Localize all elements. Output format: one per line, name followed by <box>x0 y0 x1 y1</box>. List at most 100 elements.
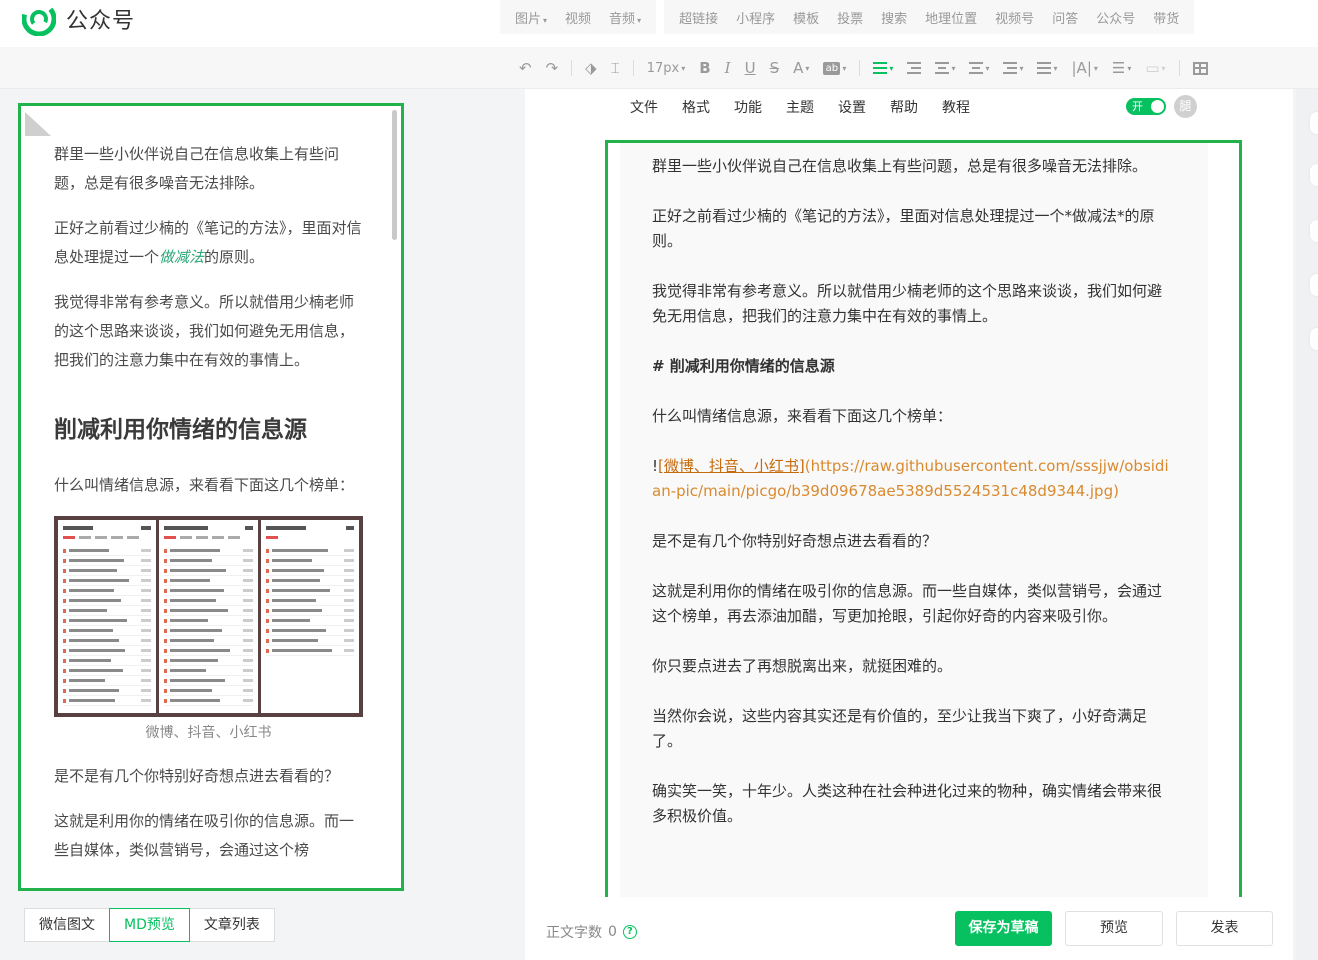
underline-icon[interactable]: U <box>738 47 763 89</box>
avatar[interactable]: 腿 <box>1174 95 1197 118</box>
insert-video-button[interactable]: 视频 <box>556 8 600 27</box>
menu-tutorial[interactable]: 教程 <box>942 97 970 117</box>
chevron-down-icon: ▾ <box>681 63 686 73</box>
menu-format[interactable]: 格式 <box>682 97 710 117</box>
insert-official-account-button[interactable]: 公众号 <box>1087 8 1144 27</box>
outdent-icon[interactable]: ▾ <box>928 47 962 89</box>
indent-icon[interactable] <box>900 47 928 89</box>
background-color-icon[interactable]: ab ▾ <box>816 47 853 89</box>
word-count: 正文字数 0 ? <box>546 922 637 942</box>
md-paragraph: 我觉得非常有参考意义。所以就借用少楠老师的这个思路来谈谈，我们如何避免无用信息，… <box>652 282 1163 325</box>
preview-scrollbar[interactable] <box>392 110 397 240</box>
markdown-source[interactable]: 群里一些小伙伴说自己在信息收集上有些问题，总是有很多噪音无法排除。 正好之前看过… <box>652 154 1170 854</box>
divider <box>632 60 634 76</box>
weibo-hot-list-screenshot <box>58 520 157 713</box>
media-insert-group: 图片 ▾ 视频 音频 ▾ <box>500 0 657 34</box>
format-painter-icon[interactable]: ⬗ <box>578 47 604 89</box>
insert-miniprogram-button[interactable]: 小程序 <box>727 8 784 27</box>
insert-product-button[interactable]: 带货 <box>1144 8 1188 27</box>
preview-tab-bar: 微信图文 MD预览 文章列表 <box>24 908 275 942</box>
chevron-down-icon: ▾ <box>543 15 548 25</box>
preview-paragraph: 正好之前看过少楠的《笔记的方法》，里面对信息处理提过一个做减法的原则。 <box>54 219 362 266</box>
redo-icon[interactable]: ↷ <box>539 47 566 89</box>
word-count-value: 0 <box>608 924 617 940</box>
preview-paragraph: 什么叫情绪信息源，来看看下面这几个榜单： <box>54 476 355 494</box>
page-fold-icon <box>25 112 51 136</box>
chevron-down-icon: ▾ <box>1093 63 1098 73</box>
preview-button[interactable]: 预览 <box>1065 911 1163 946</box>
douyin-hot-list-screenshot <box>159 520 258 713</box>
clear-format-icon[interactable]: ⌶ <box>604 47 627 89</box>
tab-wechat-article[interactable]: 微信图文 <box>24 908 110 942</box>
side-widget[interactable] <box>1310 274 1318 296</box>
insert-search-button[interactable]: 搜索 <box>872 8 916 27</box>
save-draft-button[interactable]: 保存为草稿 <box>955 911 1052 946</box>
paragraph-spacing-after-icon[interactable]: ▾ <box>996 47 1030 89</box>
side-widget[interactable] <box>1310 328 1318 350</box>
menu-file[interactable]: 文件 <box>630 97 658 117</box>
chevron-down-icon: ▾ <box>951 63 956 73</box>
menu-theme[interactable]: 主题 <box>786 97 814 117</box>
side-widget[interactable] <box>1310 164 1318 186</box>
xiaohongshu-hot-list-screenshot <box>260 520 359 713</box>
font-size-select[interactable]: 17px ▾ <box>640 47 693 89</box>
insert-image-button[interactable]: 图片 ▾ <box>506 8 556 27</box>
side-widget[interactable] <box>1310 112 1318 134</box>
chevron-down-icon: ▾ <box>1127 63 1132 73</box>
insert-audio-button[interactable]: 音频 ▾ <box>600 8 650 27</box>
list-icon[interactable]: ☰ ▾ <box>1105 47 1138 89</box>
insert-qa-button[interactable]: 问答 <box>1043 8 1087 27</box>
bold-icon[interactable]: B <box>692 47 717 89</box>
widget-insert-group: 超链接 小程序 模板 投票 搜索 地理位置 视频号 问答 公众号 带货 <box>664 0 1195 34</box>
md-paragraph: 群里一些小伙伴说自己在信息收集上有些问题，总是有很多噪音无法排除。 <box>652 157 1148 175</box>
line-height-icon[interactable]: ▾ <box>1030 47 1064 89</box>
app-title: 公众号 <box>66 9 136 34</box>
chevron-down-icon: ▾ <box>1161 63 1166 73</box>
publish-button[interactable]: 发表 <box>1176 911 1273 946</box>
preview-paragraph: 这就是利用你的情绪在吸引你的信息源。而一些自媒体，类似营销号，会通过这个榜 <box>54 812 355 859</box>
insert-hyperlink-button[interactable]: 超链接 <box>670 8 727 27</box>
letter-spacing-icon[interactable]: |A| ▾ <box>1065 47 1105 89</box>
menu-help[interactable]: 帮助 <box>890 97 918 117</box>
markdown-editor[interactable]: 群里一些小伙伴说自己在信息收集上有些问题，总是有很多噪音无法排除。 正好之前看过… <box>605 140 1242 903</box>
italic-icon[interactable]: I <box>718 47 738 89</box>
emphasis-text: 做减法 <box>159 248 205 266</box>
more-format-icon[interactable]: ▭ ▾ <box>1138 47 1172 89</box>
preview-paragraph: 群里一些小伙伴说自己在信息收集上有些问题，总是有很多噪音无法排除。 <box>54 145 340 192</box>
insert-toolbar: 图片 ▾ 视频 音频 ▾ 超链接 小程序 模板 投票 搜索 地理位置 视频号 问答 … <box>500 0 1202 34</box>
wechat-article-preview[interactable]: 群里一些小伙伴说自己在信息收集上有些问题，总是有很多噪音无法排除。 正好之前看过… <box>18 103 404 891</box>
hot-list-screenshot-image <box>54 516 363 717</box>
md-paragraph: 你只要点进去了再想脱离出来，就挺困难的。 <box>652 657 953 675</box>
help-icon[interactable]: ? <box>622 925 637 939</box>
top-bar: 公众号 图片 ▾ 视频 音频 ▾ 超链接 小程序 模板 投票 搜索 地理位置 视频号… <box>0 0 1318 47</box>
chevron-down-icon: ▾ <box>805 63 810 73</box>
undo-icon[interactable]: ↶ <box>512 47 539 89</box>
divider <box>571 60 573 76</box>
md-image-alt[interactable]: [微博、抖音、小红书] <box>658 457 805 475</box>
editor-menu-bar: 文件 格式 功能 主题 设置 帮助 教程 <box>618 89 982 125</box>
preview-content: 群里一些小伙伴说自己在信息收集上有些问题，总是有很多噪音无法排除。 正好之前看过… <box>54 140 364 881</box>
menu-settings[interactable]: 设置 <box>838 97 866 117</box>
tab-article-list[interactable]: 文章列表 <box>188 908 275 942</box>
insert-vote-button[interactable]: 投票 <box>828 8 872 27</box>
toggle-knob <box>1151 100 1164 113</box>
insert-channels-button[interactable]: 视频号 <box>986 8 1043 27</box>
chevron-down-icon: ▾ <box>1053 63 1058 73</box>
paragraph-spacing-before-icon[interactable]: ▾ <box>962 47 996 89</box>
md-paragraph: 正好之前看过少楠的《笔记的方法》，里面对信息处理提过一个*做减法*的原则。 <box>652 207 1155 250</box>
table-icon[interactable] <box>1186 47 1215 89</box>
side-widget[interactable] <box>1310 220 1318 242</box>
insert-location-button[interactable]: 地理位置 <box>916 8 986 27</box>
strikethrough-icon[interactable]: S <box>763 47 787 89</box>
sync-toggle[interactable]: 开 <box>1126 98 1166 115</box>
align-left-icon[interactable]: ▾ <box>866 47 900 89</box>
menu-function[interactable]: 功能 <box>734 97 762 117</box>
tab-md-preview[interactable]: MD预览 <box>109 908 190 942</box>
md-paragraph: 确实笑一笑，十年少。人类这种在社会种进化过来的物种，确实情绪会带来很多积极价值。 <box>652 782 1163 825</box>
font-color-icon[interactable]: A ▾ <box>786 47 816 89</box>
markdown-editor-body[interactable]: 群里一些小伙伴说自己在信息收集上有些问题，总是有很多噪音无法排除。 正好之前看过… <box>620 143 1208 900</box>
app-logo[interactable]: 公众号 <box>22 2 135 36</box>
insert-template-button[interactable]: 模板 <box>784 8 828 27</box>
word-count-label: 正文字数 <box>546 925 602 941</box>
chevron-down-icon: ▾ <box>1019 63 1024 73</box>
